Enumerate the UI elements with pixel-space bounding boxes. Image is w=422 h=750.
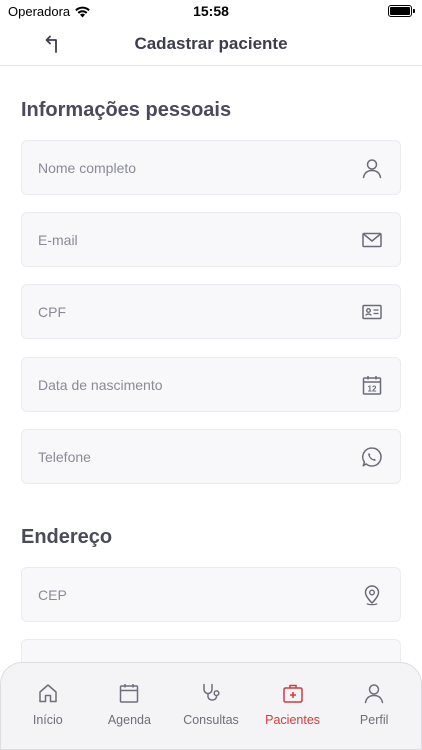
page-title: Cadastrar paciente: [134, 34, 288, 53]
name-input[interactable]: [38, 141, 338, 194]
tab-label: Perfil: [359, 713, 389, 727]
calendar-day-text: 12: [368, 384, 377, 393]
cpf-input[interactable]: [38, 285, 338, 338]
whatsapp-icon: [360, 445, 384, 469]
status-time: 15:58: [193, 3, 229, 19]
map-pin-icon: [360, 583, 384, 607]
tab-consultas[interactable]: Consultas: [170, 663, 252, 749]
email-input[interactable]: [38, 213, 338, 266]
name-field[interactable]: [21, 140, 401, 195]
tab-label: Pacientes: [265, 713, 321, 727]
tab-agenda[interactable]: Agenda: [89, 663, 171, 749]
birthdate-input[interactable]: [38, 358, 338, 411]
calendar-icon: [117, 681, 141, 705]
tab-inicio[interactable]: Início: [7, 663, 89, 749]
medical-kit-icon: [281, 681, 305, 705]
tab-perfil[interactable]: Perfil: [333, 663, 415, 749]
cep-input[interactable]: [38, 568, 338, 621]
battery-icon: [388, 5, 415, 17]
tab-label: Início: [32, 713, 63, 727]
section-title-address: Endereço: [21, 526, 113, 548]
calendar-icon: 12: [360, 373, 384, 397]
section-title-personal: Informações pessoais: [21, 99, 232, 121]
stethoscope-icon: [199, 681, 223, 705]
user-icon: [360, 156, 384, 180]
status-bar: Operadora 15:58: [0, 0, 422, 24]
email-field[interactable]: [21, 212, 401, 267]
id-card-icon: [360, 300, 384, 324]
phone-field[interactable]: [21, 429, 401, 484]
home-icon: [36, 681, 60, 705]
bottom-tab-bar: Início Agenda Consultas Pacientes Perfil: [0, 662, 422, 750]
navigation-header: Cadastrar paciente: [0, 24, 422, 66]
user-icon: [362, 681, 386, 705]
tab-label: Consultas: [183, 713, 239, 727]
birthdate-field[interactable]: 12: [21, 357, 401, 412]
tab-pacientes[interactable]: Pacientes: [252, 663, 334, 749]
mail-icon: [360, 228, 384, 252]
cpf-field[interactable]: [21, 284, 401, 339]
tab-label: Agenda: [107, 713, 151, 727]
cep-field[interactable]: [21, 567, 401, 622]
phone-input[interactable]: [38, 430, 338, 483]
